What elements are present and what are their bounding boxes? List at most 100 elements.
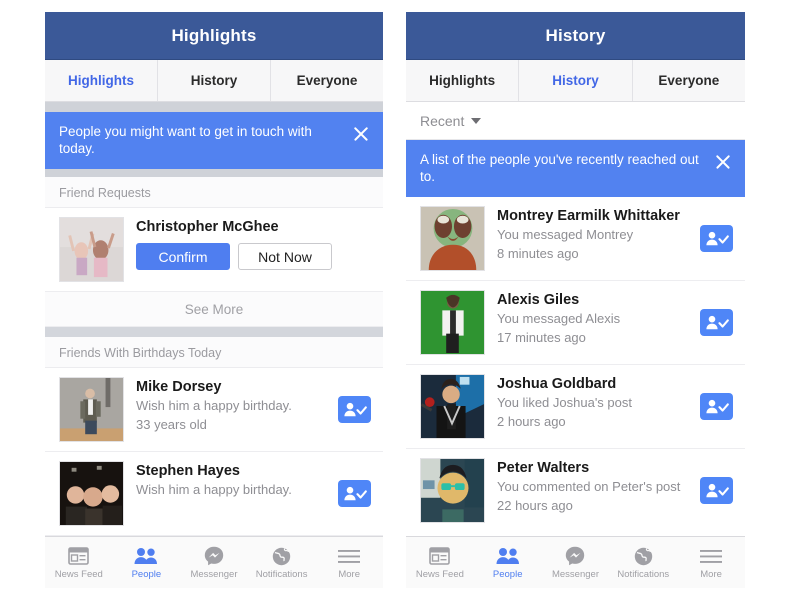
segmented-tabs-left: Highlights History Everyone [45, 60, 383, 102]
tab-everyone[interactable]: Everyone [271, 60, 383, 101]
tab-highlights[interactable]: Highlights [45, 60, 158, 101]
friend-request-info: Christopher McGhee Confirm Not Now [136, 217, 371, 270]
person-timestamp: 2 hours ago [497, 414, 566, 429]
confirm-button[interactable]: Confirm [136, 243, 230, 270]
bottom-tab-label: News Feed [415, 568, 464, 580]
bottom-tab-label: News Feed [54, 568, 103, 580]
person-subtext: Wish him a happy birthday. [136, 398, 292, 413]
info-banner-left: People you might want to get in touch wi… [45, 112, 383, 169]
history-info: Alexis Giles You messaged Alexis 17 minu… [497, 290, 688, 347]
tab-label: History [190, 73, 238, 88]
person-name: Peter Walters [497, 460, 590, 476]
info-banner-text: People you might want to get in touch wi… [59, 124, 312, 156]
bottom-tab-more[interactable]: More [677, 537, 745, 588]
tab-everyone[interactable]: Everyone [633, 60, 745, 101]
bottom-tab-messenger[interactable]: Messenger [542, 537, 610, 588]
screenshot-canvas: Highlights Highlights History Everyone P… [0, 0, 800, 600]
history-row[interactable]: Joshua Goldbard You liked Joshua's post … [406, 365, 745, 449]
bottom-tab-people[interactable]: People [113, 537, 181, 588]
navbar-right: History [406, 12, 745, 60]
content-scroll-right: Montrey Earmilk Whittaker You messaged M… [406, 197, 745, 536]
person-subtext: You commented on Peter's post [497, 479, 681, 494]
friend-request-row[interactable]: Christopher McGhee Confirm Not Now [45, 208, 383, 291]
avatar [59, 377, 124, 442]
bottom-tab-label: More [338, 568, 360, 580]
info-banner-right: A list of the people you've recently rea… [406, 140, 745, 197]
section-header-friend-requests: Friend Requests [45, 177, 383, 208]
add-friend-icon[interactable] [700, 309, 733, 336]
bottom-tab-news-feed[interactable]: News Feed [45, 537, 113, 588]
close-icon[interactable] [351, 124, 371, 144]
add-friend-icon[interactable] [338, 396, 371, 423]
person-subtext: Wish him a happy birthday. [136, 482, 292, 497]
tab-label: Highlights [68, 73, 134, 88]
news-feed-icon [68, 546, 90, 567]
history-row[interactable]: Peter Walters You commented on Peter's p… [406, 449, 745, 532]
person-name: Stephen Hayes [136, 463, 240, 479]
avatar [59, 461, 124, 526]
history-row[interactable]: Montrey Earmilk Whittaker You messaged M… [406, 197, 745, 281]
person-meta: 33 years old [136, 417, 207, 432]
history-row[interactable]: Alexis Giles You messaged Alexis 17 minu… [406, 281, 745, 365]
bottom-tab-label: More [700, 568, 722, 580]
bottom-tab-bar-left: News Feed People Messenger Notifications… [45, 536, 383, 588]
person-name: Mike Dorsey [136, 379, 222, 395]
bottom-tab-news-feed[interactable]: News Feed [406, 537, 474, 588]
chevron-down-icon [471, 117, 482, 124]
tab-label: History [552, 73, 599, 88]
bottom-tab-label: Messenger [551, 568, 599, 580]
history-info: Montrey Earmilk Whittaker You messaged M… [497, 206, 688, 263]
tab-history[interactable]: History [519, 60, 633, 101]
not-now-button[interactable]: Not Now [238, 243, 332, 270]
news-feed-icon [429, 546, 451, 567]
person-timestamp: 17 minutes ago [497, 330, 586, 345]
person-name: Joshua Goldbard [497, 376, 617, 392]
person-timestamp: 22 hours ago [497, 498, 573, 513]
birthday-row[interactable]: Mike Dorsey Wish him a happy birthday. 3… [45, 368, 383, 452]
birthday-row[interactable]: Stephen Hayes Wish him a happy birthday. [45, 452, 383, 536]
tab-history[interactable]: History [158, 60, 271, 101]
spacer-strip [45, 327, 383, 337]
birthday-info: Stephen Hayes Wish him a happy birthday. [136, 461, 326, 499]
bottom-tab-more[interactable]: More [315, 537, 383, 588]
bottom-tab-label: People [131, 568, 162, 580]
sort-dropdown[interactable]: Recent [406, 102, 745, 140]
bottom-tab-label: Messenger [190, 568, 238, 580]
content-scroll-left: Friend Requests Christopher McGhee Confi… [45, 177, 383, 536]
info-banner-text: A list of the people you've recently rea… [420, 152, 699, 184]
avatar [420, 206, 485, 271]
segmented-tabs-right: Highlights History Everyone [406, 60, 745, 102]
friend-request-actions: Confirm Not Now [136, 243, 371, 270]
bottom-tab-label: Notifications [255, 568, 308, 580]
tab-label: Everyone [658, 73, 720, 88]
add-friend-icon[interactable] [700, 477, 733, 504]
bottom-tab-label: People [492, 568, 523, 580]
spacer-strip [45, 102, 383, 112]
person-name: Christopher McGhee [136, 219, 279, 235]
phone-screen-history: History Highlights History Everyone Rece… [406, 12, 745, 588]
tab-highlights[interactable]: Highlights [406, 60, 520, 101]
page-title: History [545, 25, 606, 45]
bottom-tab-people[interactable]: People [474, 537, 542, 588]
phone-screen-highlights: Highlights Highlights History Everyone P… [45, 12, 383, 588]
tab-label: Highlights [429, 73, 496, 88]
spacer-strip [45, 169, 383, 177]
tab-label: Everyone [296, 73, 358, 88]
add-friend-icon[interactable] [700, 393, 733, 420]
hamburger-icon [700, 546, 723, 567]
add-friend-icon[interactable] [338, 480, 371, 507]
close-icon[interactable] [713, 152, 733, 172]
avatar [59, 217, 124, 282]
bottom-tab-notifications[interactable]: Notifications [609, 537, 677, 588]
avatar [420, 290, 485, 355]
messenger-icon [565, 546, 585, 567]
person-subtext: You liked Joshua's post [497, 395, 632, 410]
person-subtext: You messaged Montrey [497, 227, 634, 242]
see-more-button[interactable]: See More [45, 291, 383, 327]
globe-icon [272, 546, 291, 567]
sort-label: Recent [420, 112, 465, 129]
bottom-tab-messenger[interactable]: Messenger [180, 537, 248, 588]
avatar [420, 374, 485, 439]
bottom-tab-notifications[interactable]: Notifications [248, 537, 316, 588]
add-friend-icon[interactable] [700, 225, 733, 252]
